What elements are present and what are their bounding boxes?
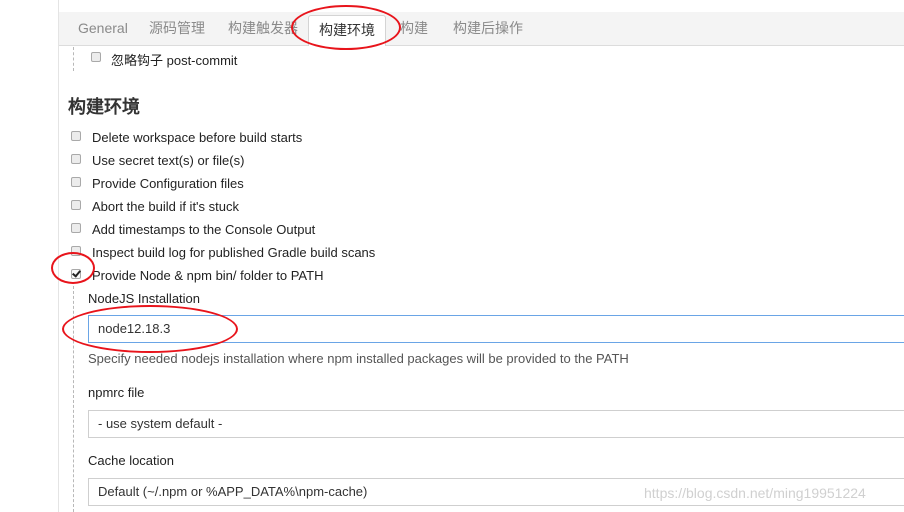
provide-node-checkbox[interactable]: [71, 269, 81, 279]
watermark: https://blog.csdn.net/ming19951224: [644, 485, 866, 501]
tab-scm[interactable]: 源码管理: [139, 12, 215, 45]
tab-triggers[interactable]: 构建触发器: [218, 12, 308, 45]
tab-post-build[interactable]: 构建后操作: [443, 12, 533, 45]
nodejs-installation-help: Specify needed nodejs installation where…: [88, 351, 629, 366]
abort-if-stuck-label: Abort the build if it's stuck: [92, 199, 239, 214]
add-timestamps-checkbox[interactable]: [71, 223, 81, 233]
section-title: 构建环境: [68, 97, 140, 117]
inspect-gradle-scans-label: Inspect build log for published Gradle b…: [92, 245, 376, 260]
tab-build[interactable]: 构建: [390, 12, 438, 45]
provide-config-files-checkbox[interactable]: [71, 177, 81, 187]
provide-node-label: Provide Node & npm bin/ folder to PATH: [92, 268, 324, 283]
left-gutter: [0, 0, 59, 512]
tab-build-environment[interactable]: 构建环境: [308, 15, 386, 46]
ignore-post-commit-label: 忽略钩子 post-commit: [111, 53, 238, 68]
delete-workspace-checkbox[interactable]: [71, 131, 81, 141]
ignore-post-commit-checkbox[interactable]: [91, 52, 101, 62]
delete-workspace-label: Delete workspace before build starts: [92, 130, 303, 145]
nesting-guide-line: [73, 286, 74, 512]
nodejs-installation-label: NodeJS Installation: [88, 291, 201, 306]
config-tab-bar: General 源码管理 构建触发器 构建环境 构建 构建后操作: [59, 12, 904, 46]
nesting-guide-line: [73, 47, 74, 71]
provide-config-files-label: Provide Configuration files: [92, 176, 244, 191]
npmrc-file-label: npmrc file: [88, 385, 145, 400]
cache-location-label: Cache location: [88, 453, 174, 468]
add-timestamps-label: Add timestamps to the Console Output: [92, 222, 316, 237]
nodejs-installation-select[interactable]: node12.18.3: [88, 315, 904, 343]
inspect-gradle-scans-checkbox[interactable]: [71, 246, 81, 256]
use-secret-checkbox[interactable]: [71, 154, 81, 164]
tab-general[interactable]: General: [68, 12, 138, 45]
use-secret-label: Use secret text(s) or file(s): [92, 153, 245, 168]
npmrc-file-select[interactable]: - use system default -: [88, 410, 904, 438]
abort-if-stuck-checkbox[interactable]: [71, 200, 81, 210]
